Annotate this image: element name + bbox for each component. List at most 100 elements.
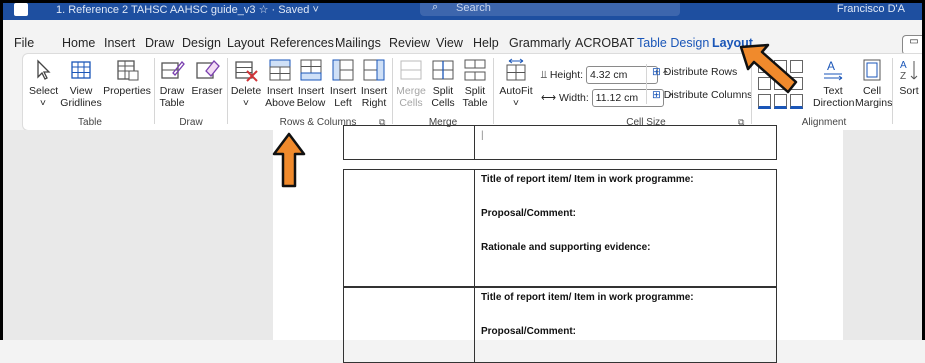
insert-label: Insert — [266, 85, 294, 97]
direction-label: Direction — [813, 97, 855, 109]
chevron-down-icon: ˅ — [512, 97, 520, 109]
delete-label: Delete — [230, 85, 262, 97]
proposal-comment-label: Proposal/Comment: — [481, 326, 577, 337]
align-bottom-right-icon[interactable] — [790, 94, 803, 109]
distribute-columns-icon: ⊞ — [652, 89, 661, 101]
cell-margins-button[interactable]: Cell Margins — [855, 57, 893, 109]
word-app-icon[interactable] — [14, 3, 28, 16]
table-properties-icon — [117, 60, 139, 81]
separator — [892, 58, 893, 124]
search-box[interactable]: ⌕ Search — [420, 0, 680, 16]
user-name[interactable]: Francisco D'A — [837, 3, 905, 15]
table-cell[interactable] — [343, 169, 475, 287]
align-bottom-left-icon[interactable] — [758, 94, 771, 109]
tab-home[interactable]: Home — [62, 36, 95, 50]
draw-label: Draw — [159, 85, 185, 97]
sort-button[interactable]: AZ Sort — [895, 57, 923, 97]
gridlines-icon — [71, 61, 91, 79]
title-of-report-item-label: Title of report item/ Item in work progr… — [481, 174, 694, 185]
delete-button[interactable]: Delete ˅ — [230, 57, 262, 109]
align-bottom-center-icon[interactable] — [774, 94, 787, 109]
insert-label: Insert — [360, 85, 388, 97]
below-label: Below — [296, 97, 326, 109]
document-title[interactable]: 1. Reference 2 TAHSC AAHSC guide_v3 ☆ · … — [56, 3, 319, 16]
insert-below-icon — [300, 59, 322, 81]
split-label: Split — [432, 85, 454, 97]
select-button[interactable]: Select ˅ — [29, 57, 58, 109]
merge-cells-button[interactable]: Merge Cells — [396, 57, 426, 109]
text-direction-icon: A — [824, 59, 843, 81]
tab-help[interactable]: Help — [473, 36, 499, 50]
distribute-columns-button[interactable]: ⊞ Distribute Columns — [652, 89, 752, 101]
align-top-center-icon[interactable] — [774, 60, 787, 73]
height-input[interactable] — [586, 66, 659, 84]
split-table-button[interactable]: Split Table — [460, 57, 490, 109]
align-top-right-icon[interactable] — [790, 60, 803, 73]
align-middle-left-icon[interactable] — [758, 77, 771, 90]
distribute-rows-icon: ⊞ — [652, 66, 661, 78]
tab-insert[interactable]: Insert — [104, 36, 135, 50]
separator — [751, 58, 752, 124]
insert-below-button[interactable]: Insert Below — [296, 57, 326, 109]
svg-text:Z: Z — [900, 71, 906, 82]
align-middle-center-icon[interactable] — [774, 77, 787, 90]
chevron-down-icon: ˅ — [242, 97, 250, 109]
align-middle-right-icon[interactable] — [790, 77, 803, 90]
autofit-icon — [506, 58, 526, 81]
table-cell[interactable] — [343, 287, 475, 363]
table-cell[interactable] — [343, 125, 475, 160]
text-label: Text — [823, 85, 843, 97]
tab-mailings[interactable]: Mailings — [335, 36, 381, 50]
draw-table-button[interactable]: Draw Table — [157, 57, 187, 109]
alignment-group-label: Alignment — [801, 117, 847, 128]
text-direction-button[interactable]: A Text Direction — [813, 57, 855, 109]
height-row: ⫫ Height: ⌃ — [541, 66, 670, 84]
insert-right-button[interactable]: Insert Right — [359, 57, 389, 109]
insert-label: Insert — [329, 85, 357, 97]
split-cells-button[interactable]: Split Cells — [428, 57, 458, 109]
right-label: Right — [361, 97, 387, 109]
table-cell[interactable]: Title of report item/ Item in work progr… — [474, 287, 777, 363]
distribute-rows-button[interactable]: ⊞ Distribute Rows — [652, 66, 737, 78]
text-cursor: | — [481, 130, 484, 141]
tab-grammarly[interactable]: Grammarly — [509, 36, 571, 50]
tab-draw[interactable]: Draw — [145, 36, 174, 50]
tab-view[interactable]: View — [436, 36, 463, 50]
title-of-report-item-label: Title of report item/ Item in work progr… — [481, 292, 694, 303]
view-gridlines-button[interactable]: View Gridlines — [59, 57, 103, 109]
table-report-item[interactable]: Title of report item/ Item in work progr… — [343, 169, 777, 287]
insert-above-button[interactable]: Insert Above — [265, 57, 295, 109]
tab-references[interactable]: References — [270, 36, 334, 50]
align-top-left-icon[interactable] — [758, 60, 771, 73]
margins-label: Margins — [855, 97, 893, 109]
comments-button[interactable]: ▭ — [902, 35, 925, 55]
tab-layout-page[interactable]: Layout — [227, 36, 265, 50]
height-label: Height: — [549, 68, 584, 81]
cursor-icon — [37, 59, 51, 80]
table-top[interactable]: | — [343, 125, 777, 160]
insert-above-icon — [269, 59, 291, 81]
insert-left-icon — [332, 59, 354, 81]
width-label: Width: — [558, 91, 589, 104]
table-cell[interactable]: | — [474, 125, 777, 160]
sort-label: Sort — [899, 85, 919, 97]
table-report-item-2[interactable]: Title of report item/ Item in work progr… — [343, 287, 777, 363]
insert-left-button[interactable]: Insert Left — [328, 57, 358, 109]
tab-review[interactable]: Review — [389, 36, 430, 50]
tab-acrobat[interactable]: ACROBAT — [575, 36, 635, 50]
table-cell[interactable]: Title of report item/ Item in work progr… — [474, 169, 777, 287]
eraser-button[interactable]: Eraser — [189, 57, 225, 97]
properties-button[interactable]: Properties — [103, 57, 151, 97]
left-label: Left — [334, 97, 352, 109]
tab-table-layout[interactable]: Layout — [712, 36, 753, 55]
distribute-rows-label: Distribute Rows — [663, 66, 738, 78]
autofit-button[interactable]: AutoFit ˅ — [497, 57, 535, 109]
merge-cells-icon — [400, 60, 422, 80]
gridlines-label: Gridlines — [60, 97, 102, 109]
tab-file[interactable]: File — [14, 36, 34, 50]
eraser-label: Eraser — [191, 85, 223, 97]
svg-text:A: A — [827, 59, 835, 73]
cells-label: Cells — [399, 97, 423, 109]
tab-design[interactable]: Design — [182, 36, 221, 50]
tab-table-design[interactable]: Table Design — [637, 36, 709, 50]
